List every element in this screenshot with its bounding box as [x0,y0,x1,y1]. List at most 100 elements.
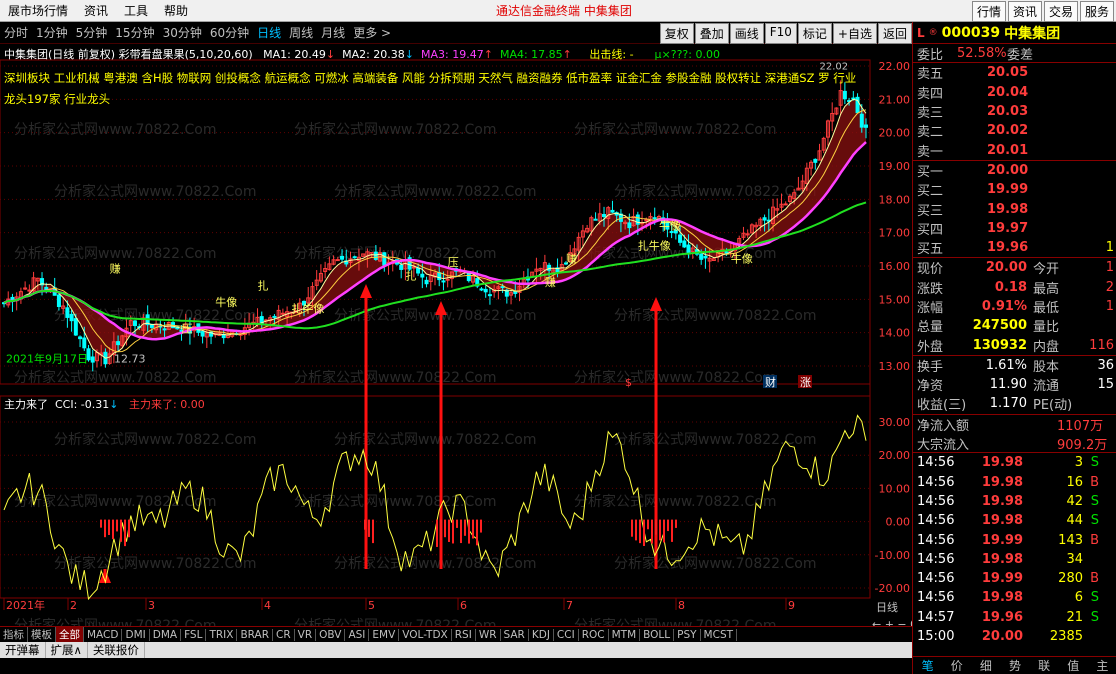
tab-rsi[interactable]: RSI [452,628,476,641]
tab-ticks[interactable]: 笔 [913,657,942,674]
draw-button[interactable]: 画线 [729,23,764,44]
tab-brar[interactable]: BRAR [237,628,273,641]
sell-level-row: 卖四 20.04 [913,83,1116,102]
chart-area[interactable]: 22.00 21.00 20.00 19.00 18.00 17.00 16.00 15.00… [0,44,912,626]
tab-fsl[interactable]: FSL [181,628,207,641]
candle-body [416,267,421,274]
tab-vol-tdx[interactable]: VOL-TDX [399,628,452,641]
tab-dma[interactable]: DMA [150,628,182,641]
buy-level-price[interactable]: 19.97 [987,221,1028,236]
candle-body [864,124,868,128]
tab-cci[interactable]: CCI [554,628,579,641]
zl-bar [124,519,126,547]
trade-volume: 34 [1066,551,1083,567]
tab-dmi[interactable]: DMI [122,628,150,641]
tab-mtm[interactable]: MTM [609,628,641,641]
linked-quote-button[interactable]: 关联报价 [88,642,145,658]
tab-boll[interactable]: BOLL [640,628,675,641]
buy-level-price[interactable]: 20.00 [987,163,1028,178]
watermark-text: 分析家公式网www.70822.Com [14,245,216,262]
period-1min[interactable]: 1分钟 [32,24,72,41]
tab-kdj[interactable]: KDJ [529,628,554,641]
danmaku-toggle[interactable]: 开弹幕 [0,642,46,658]
tab-indicator[interactable]: 指标 [0,627,28,642]
add-watchlist-button[interactable]: +自选 [832,23,877,44]
price-tick-label: 15.00 [879,293,911,306]
period-monthly[interactable]: 月线 [317,24,349,41]
tab-all[interactable]: 全部 [56,627,84,642]
news-button[interactable]: 资讯 [1007,1,1042,22]
adjust-button[interactable]: 复权 [659,23,694,44]
stat-row: 涨幅 0.91% 最低 1 [913,297,1116,316]
back-button[interactable]: 返回 [877,23,912,44]
trade-time: 14:56 [917,532,955,548]
zl-bar [368,519,370,537]
tab-asi[interactable]: ASI [345,628,370,641]
tab-trend[interactable]: 势 [1000,657,1029,674]
period-weekly[interactable]: 周线 [285,24,317,41]
overlay-button[interactable]: 叠加 [694,23,729,44]
sell-level-price[interactable]: 20.05 [987,65,1028,80]
period-tick[interactable]: 分时 [0,24,32,41]
expand-toggle[interactable]: 扩展∧ [46,642,88,658]
trade-ticks[interactable]: 14:56 19.98 3 S 14:56 19.98 16 B 14:56 19.98 42 S 14… [913,453,1116,646]
tab-value[interactable]: 值 [1059,657,1088,674]
tab-cr[interactable]: CR [273,628,295,641]
menu-help[interactable]: 帮助 [156,2,196,19]
stock-name: 中集集团 [1004,25,1061,42]
tab-psy[interactable]: PSY [674,628,701,641]
quote-header: L ® 000039 中集集团 [913,22,1116,44]
sell-level-price[interactable]: 20.02 [987,123,1028,138]
signal-label: 赚 [545,275,556,289]
period-daily[interactable]: 日线 [253,24,285,41]
sell-level-price[interactable]: 20.01 [987,143,1028,158]
buy-level-price[interactable]: 19.96 [987,240,1028,255]
stat-value: 1.170 [989,396,1027,412]
date-label: 2021年9月17日 [6,352,88,366]
mark-button[interactable]: 标记 [797,23,832,44]
menu-tools[interactable]: 工具 [116,2,156,19]
kline-chart[interactable]: 22.0021.0020.0019.0018.0017.0016.0015.00… [0,44,912,626]
candle-body [703,255,708,259]
buy-level-price[interactable]: 19.99 [987,182,1028,197]
zl-bar [476,519,478,546]
wei-cha-label: 委差 [1007,47,1034,63]
tab-macd[interactable]: MACD [84,628,123,641]
indicator-tabs: 指标 模板 全部 MACD DMI DMA FSL TRIX BRAR CR V… [0,626,912,642]
tab-detail[interactable]: 细 [971,657,1000,674]
menu-news[interactable]: 资讯 [76,2,116,19]
tab-main[interactable]: 主 [1088,657,1116,674]
tab-price[interactable]: 价 [942,657,971,674]
sell-level-price[interactable]: 20.04 [987,85,1028,100]
menu-market[interactable]: 展市场行情 [0,2,76,19]
trade-volume: 3 [1074,455,1083,471]
tab-sar[interactable]: SAR [501,628,529,641]
price-tick-label: 20.00 [879,127,911,140]
buy-level-label: 买五 [917,242,944,258]
f10-button[interactable]: F10 [764,23,797,44]
tab-obv[interactable]: OBV [316,628,346,641]
sell-level-price[interactable]: 20.03 [987,104,1028,119]
period-30min[interactable]: 30分钟 [159,24,206,41]
watermark-text: 分析家公式网www.70822.Com [334,431,536,448]
period-15min[interactable]: 15分钟 [111,24,158,41]
quote-button[interactable]: 行情 [971,1,1006,22]
trade-button[interactable]: 交易 [1043,1,1078,22]
service-button[interactable]: 服务 [1079,1,1114,22]
zoom-controls[interactable]: ← + − 0 [872,618,912,626]
tab-roc[interactable]: ROC [579,628,609,641]
tab-vr[interactable]: VR [295,628,317,641]
sub-chart-title: 主力来了 [4,398,48,411]
tab-template[interactable]: 模板 [28,627,56,642]
period-more[interactable]: 更多 > [349,24,395,41]
period-5min[interactable]: 5分钟 [72,24,112,41]
status-bar: 开弹幕 扩展∧ 关联报价 [0,642,912,658]
tab-trix[interactable]: TRIX [206,628,238,641]
period-60min[interactable]: 60分钟 [206,24,253,41]
tab-emv[interactable]: EMV [369,628,400,641]
tab-wr[interactable]: WR [476,628,501,641]
tab-linked[interactable]: 联 [1030,657,1059,674]
candle-body [483,288,488,293]
buy-level-price[interactable]: 19.98 [987,202,1028,217]
tab-mcst[interactable]: MCST [701,628,738,641]
